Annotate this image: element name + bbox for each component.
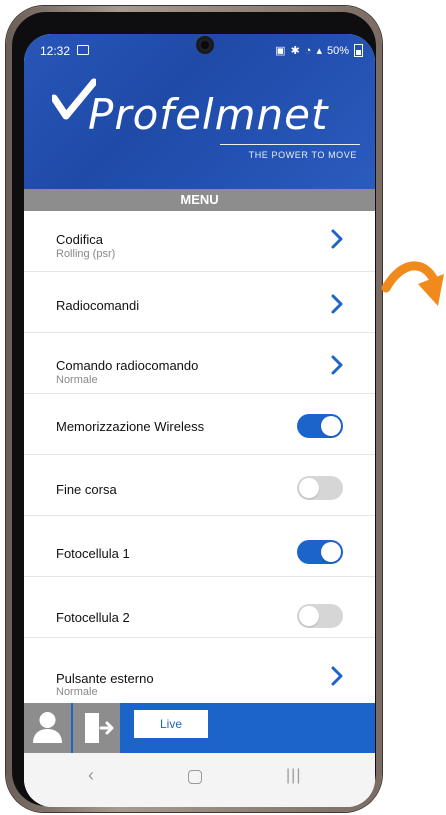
list-item-label: Radiocomandi: [56, 298, 140, 313]
toggle-knob: [321, 416, 341, 436]
exit-button[interactable]: [73, 703, 120, 753]
camera-icon: [196, 36, 214, 54]
fine-corsa-toggle[interactable]: [297, 476, 343, 500]
list-item-label: Pulsante esterno: [56, 671, 154, 686]
chevron-right-icon[interactable]: [327, 664, 347, 688]
status-icons: ▣ ✱ ◔ ▴ 50%: [275, 44, 363, 57]
list-item-value: Rolling (psr): [56, 248, 116, 260]
list-item-label: Comando radiocomando: [56, 358, 199, 373]
list-item-value: Normale: [56, 374, 98, 386]
wifi-icon: ◔: [304, 44, 312, 57]
chevron-right-icon[interactable]: [327, 227, 347, 251]
list-item-radiocomandi[interactable]: Radiocomandi: [24, 272, 375, 333]
chevron-right-icon[interactable]: [327, 353, 347, 377]
live-button[interactable]: Live: [134, 710, 208, 738]
back-icon[interactable]: ‹: [88, 765, 94, 786]
list-item-codifica[interactable]: Codifica Rolling (psr): [24, 211, 375, 272]
settings-list: Codifica Rolling (psr) Radiocomandi Coma…: [24, 211, 375, 703]
list-item-label: Memorizzazione Wireless: [56, 419, 205, 434]
image-notification-icon: [77, 45, 89, 55]
user-button[interactable]: [24, 703, 71, 753]
menu-title: MENU: [24, 189, 375, 211]
list-item-comando-radiocomando[interactable]: Comando radiocomando Normale: [24, 333, 375, 394]
battery-percent: 50%: [326, 44, 349, 57]
battery-icon: [354, 44, 363, 57]
list-item-label: Fotocellula 1: [56, 546, 130, 561]
list-item-fotocellula-1: Fotocellula 1: [24, 516, 375, 577]
bluetooth-icon: ✱: [290, 45, 300, 57]
list-item-pulsante-esterno[interactable]: Pulsante esterno Normale: [24, 638, 375, 699]
status-time: 12:32: [40, 44, 71, 58]
user-icon: [33, 712, 62, 743]
toggle-knob: [299, 606, 319, 626]
list-item-label: Fotocellula 2: [56, 610, 130, 625]
header: 12:32 ▣ ✱ ◔ ▴ 50% Profelmnet THE POWER T…: [24, 34, 375, 189]
toggle-knob: [321, 542, 341, 562]
brand-tagline: THE POWER TO MOVE: [248, 150, 357, 160]
list-item-memorizzazione-wireless: Memorizzazione Wireless: [24, 394, 375, 455]
recent-apps-icon[interactable]: |||: [286, 767, 301, 785]
fotocellula-1-toggle[interactable]: [297, 540, 343, 564]
signal-icon: ▴: [316, 45, 322, 57]
exit-door-icon: [85, 713, 114, 743]
logo-underline: [220, 144, 360, 145]
bottom-bar: Live: [24, 703, 375, 753]
memorizzazione-wireless-toggle[interactable]: [297, 414, 343, 438]
list-item-label: Fine corsa: [56, 482, 117, 497]
chevron-right-icon[interactable]: [327, 292, 347, 316]
fotocellula-2-toggle[interactable]: [297, 604, 343, 628]
toggle-knob: [299, 478, 319, 498]
screen: 12:32 ▣ ✱ ◔ ▴ 50% Profelmnet THE POWER T…: [24, 34, 375, 807]
phone-frame: 12:32 ▣ ✱ ◔ ▴ 50% Profelmnet THE POWER T…: [6, 6, 382, 812]
list-item-label: Codifica: [56, 232, 103, 247]
home-icon[interactable]: [188, 770, 202, 784]
android-nav-bar: ‹ |||: [24, 753, 375, 807]
annotation-arrow-icon: [381, 261, 444, 306]
list-item-fotocellula-2: Fotocellula 2: [24, 577, 375, 638]
brand-name: Profelmnet: [88, 90, 329, 139]
list-item-fine-corsa: Fine corsa: [24, 455, 375, 516]
list-item-value: Normale: [56, 686, 98, 698]
nfc-icon: ▣: [275, 45, 286, 57]
